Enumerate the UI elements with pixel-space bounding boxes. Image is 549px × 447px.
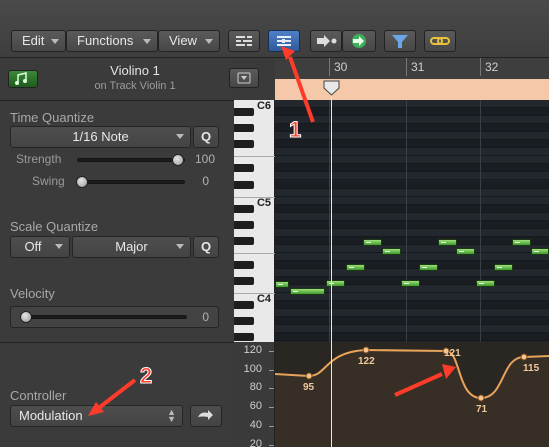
annotation-layer <box>88 46 456 416</box>
annotation-number: 1 <box>288 117 302 143</box>
annotation-arrow-head <box>442 364 456 379</box>
annotation-arrow-head <box>281 46 295 60</box>
annotation-arrow <box>288 56 315 123</box>
annotation-number: 2 <box>139 363 153 389</box>
annotation-arrow <box>394 372 443 397</box>
annotation-arrow <box>98 378 137 409</box>
